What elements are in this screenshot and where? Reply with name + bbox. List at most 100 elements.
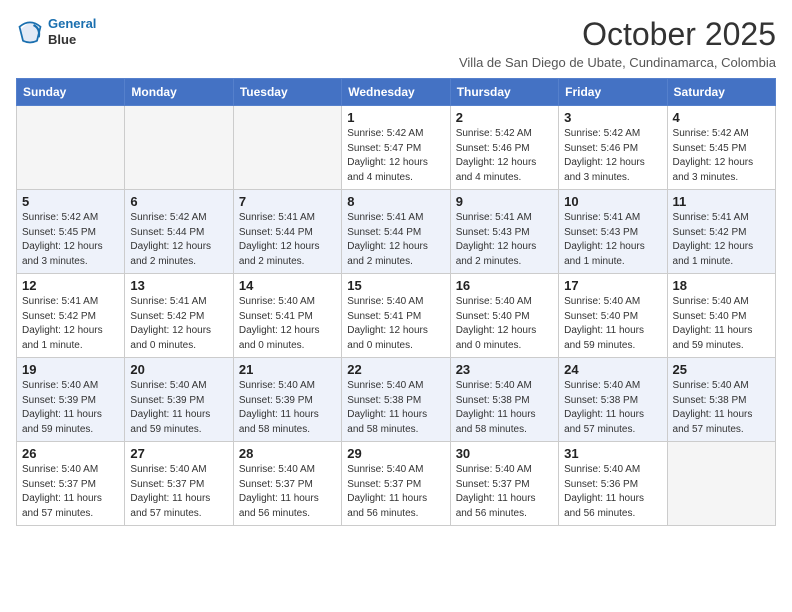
calendar-cell xyxy=(125,106,233,190)
cell-day-number: 28 xyxy=(239,446,336,461)
cell-day-number: 31 xyxy=(564,446,661,461)
cell-info-text: Sunrise: 5:40 AM Sunset: 5:36 PM Dayligh… xyxy=(564,463,661,521)
cell-info-text: Sunrise: 5:42 AM Sunset: 5:46 PM Dayligh… xyxy=(564,127,661,185)
page-header: General Blue October 2025 Villa de San D… xyxy=(16,16,776,70)
calendar-cell: 3 Sunrise: 5:42 AM Sunset: 5:46 PM Daylig… xyxy=(559,106,667,190)
calendar-cell: 5Sunrise: 5:42 AM Sunset: 5:45 PM Daylig… xyxy=(17,190,125,274)
cell-info-text: Sunrise: 5:42 AM Sunset: 5:46 PM Dayligh… xyxy=(456,127,553,185)
cell-day-number: 27 xyxy=(130,446,227,461)
cell-day-number: 8 xyxy=(347,194,444,209)
cell-day-number: 1 xyxy=(347,110,444,125)
calendar-cell: 24Sunrise: 5:40 AM Sunset: 5:38 PM Dayli… xyxy=(559,358,667,442)
cell-info-text: Sunrise: 5:40 AM Sunset: 5:37 PM Dayligh… xyxy=(130,463,227,521)
calendar-cell: 20 Sunrise: 5:40 AM Sunset: 5:39 PM Dayli… xyxy=(125,358,233,442)
cell-info-text: Sunrise: 5:40 AM Sunset: 5:37 PM Dayligh… xyxy=(22,463,119,521)
cell-day-number: 13 xyxy=(130,278,227,293)
cell-day-number: 29 xyxy=(347,446,444,461)
calendar-week-row: 12 Sunrise: 5:41 AM Sunset: 5:42 PM Dayli… xyxy=(17,274,776,358)
calendar-cell: 6 Sunrise: 5:42 AM Sunset: 5:44 PM Daylig… xyxy=(125,190,233,274)
calendar-cell: 26 Sunrise: 5:40 AM Sunset: 5:37 PM Dayli… xyxy=(17,442,125,526)
column-header-saturday: Saturday xyxy=(667,79,775,106)
column-header-wednesday: Wednesday xyxy=(342,79,450,106)
cell-info-text: Sunrise: 5:40 AM Sunset: 5:39 PM Dayligh… xyxy=(239,379,336,437)
cell-info-text: Sunrise: 5:40 AM Sunset: 5:39 PM Dayligh… xyxy=(22,379,119,437)
calendar-cell xyxy=(667,442,775,526)
calendar-cell: 31 Sunrise: 5:40 AM Sunset: 5:36 PM Dayli… xyxy=(559,442,667,526)
cell-day-number: 22 xyxy=(347,362,444,377)
cell-day-number: 17 xyxy=(564,278,661,293)
calendar-week-row: 26 Sunrise: 5:40 AM Sunset: 5:37 PM Dayli… xyxy=(17,442,776,526)
cell-info-text: Sunrise: 5:41 AM Sunset: 5:42 PM Dayligh… xyxy=(22,295,119,353)
column-header-thursday: Thursday xyxy=(450,79,558,106)
cell-day-number: 7 xyxy=(239,194,336,209)
calendar-cell: 9 Sunrise: 5:41 AM Sunset: 5:43 PM Daylig… xyxy=(450,190,558,274)
calendar-cell: 12 Sunrise: 5:41 AM Sunset: 5:42 PM Dayli… xyxy=(17,274,125,358)
calendar-cell: 16 Sunrise: 5:40 AM Sunset: 5:40 PM Dayli… xyxy=(450,274,558,358)
cell-day-number: 18 xyxy=(673,278,770,293)
cell-day-number: 16 xyxy=(456,278,553,293)
column-header-sunday: Sunday xyxy=(17,79,125,106)
calendar-cell: 17 Sunrise: 5:40 AM Sunset: 5:40 PM Dayli… xyxy=(559,274,667,358)
calendar-cell: 10 Sunrise: 5:41 AM Sunset: 5:43 PM Dayli… xyxy=(559,190,667,274)
cell-day-number: 14 xyxy=(239,278,336,293)
cell-info-text: Sunrise: 5:40 AM Sunset: 5:39 PM Dayligh… xyxy=(130,379,227,437)
cell-info-text: Sunrise: 5:41 AM Sunset: 5:42 PM Dayligh… xyxy=(673,211,770,269)
cell-info-text: Sunrise: 5:40 AM Sunset: 5:40 PM Dayligh… xyxy=(456,295,553,353)
calendar-cell xyxy=(17,106,125,190)
cell-day-number: 12 xyxy=(22,278,119,293)
cell-info-text: Sunrise: 5:42 AM Sunset: 5:47 PM Dayligh… xyxy=(347,127,444,185)
cell-info-text: Sunrise: 5:40 AM Sunset: 5:41 PM Dayligh… xyxy=(239,295,336,353)
calendar-cell: 30 Sunrise: 5:40 AM Sunset: 5:37 PM Dayli… xyxy=(450,442,558,526)
calendar-cell: 19Sunrise: 5:40 AM Sunset: 5:39 PM Dayli… xyxy=(17,358,125,442)
cell-day-number: 15 xyxy=(347,278,444,293)
calendar-cell: 11 Sunrise: 5:41 AM Sunset: 5:42 PM Dayli… xyxy=(667,190,775,274)
calendar-header-row: SundayMondayTuesdayWednesdayThursdayFrid… xyxy=(17,79,776,106)
cell-info-text: Sunrise: 5:40 AM Sunset: 5:37 PM Dayligh… xyxy=(239,463,336,521)
column-header-monday: Monday xyxy=(125,79,233,106)
cell-info-text: Sunrise: 5:42 AM Sunset: 5:44 PM Dayligh… xyxy=(130,211,227,269)
title-block: October 2025 Villa de San Diego de Ubate… xyxy=(459,16,776,70)
subtitle: Villa de San Diego de Ubate, Cundinamarc… xyxy=(459,55,776,70)
cell-day-number: 10 xyxy=(564,194,661,209)
calendar-cell: 23 Sunrise: 5:40 AM Sunset: 5:38 PM Dayli… xyxy=(450,358,558,442)
logo-icon xyxy=(16,18,44,46)
month-title: October 2025 xyxy=(459,16,776,53)
calendar-cell: 29 Sunrise: 5:40 AM Sunset: 5:37 PM Dayli… xyxy=(342,442,450,526)
calendar-table: SundayMondayTuesdayWednesdayThursdayFrid… xyxy=(16,78,776,526)
cell-day-number: 24 xyxy=(564,362,661,377)
calendar-cell: 1 Sunrise: 5:42 AM Sunset: 5:47 PM Daylig… xyxy=(342,106,450,190)
cell-info-text: Sunrise: 5:40 AM Sunset: 5:38 PM Dayligh… xyxy=(456,379,553,437)
calendar-cell: 8 Sunrise: 5:41 AM Sunset: 5:44 PM Daylig… xyxy=(342,190,450,274)
calendar-cell: 18 Sunrise: 5:40 AM Sunset: 5:40 PM Dayli… xyxy=(667,274,775,358)
cell-day-number: 4 xyxy=(673,110,770,125)
cell-info-text: Sunrise: 5:40 AM Sunset: 5:37 PM Dayligh… xyxy=(456,463,553,521)
calendar-cell xyxy=(233,106,341,190)
cell-info-text: Sunrise: 5:41 AM Sunset: 5:43 PM Dayligh… xyxy=(564,211,661,269)
calendar-cell: 13Sunrise: 5:41 AM Sunset: 5:42 PM Dayli… xyxy=(125,274,233,358)
calendar-week-row: 5Sunrise: 5:42 AM Sunset: 5:45 PM Daylig… xyxy=(17,190,776,274)
cell-day-number: 6 xyxy=(130,194,227,209)
logo-text: General Blue xyxy=(48,16,96,47)
cell-day-number: 11 xyxy=(673,194,770,209)
calendar-cell: 15 Sunrise: 5:40 AM Sunset: 5:41 PM Dayli… xyxy=(342,274,450,358)
cell-day-number: 9 xyxy=(456,194,553,209)
cell-info-text: Sunrise: 5:40 AM Sunset: 5:41 PM Dayligh… xyxy=(347,295,444,353)
calendar-cell: 28 Sunrise: 5:40 AM Sunset: 5:37 PM Dayli… xyxy=(233,442,341,526)
cell-day-number: 26 xyxy=(22,446,119,461)
cell-info-text: Sunrise: 5:40 AM Sunset: 5:37 PM Dayligh… xyxy=(347,463,444,521)
cell-day-number: 20 xyxy=(130,362,227,377)
cell-day-number: 30 xyxy=(456,446,553,461)
cell-info-text: Sunrise: 5:41 AM Sunset: 5:44 PM Dayligh… xyxy=(347,211,444,269)
calendar-week-row: 1 Sunrise: 5:42 AM Sunset: 5:47 PM Daylig… xyxy=(17,106,776,190)
cell-day-number: 3 xyxy=(564,110,661,125)
calendar-cell: 25Sunrise: 5:40 AM Sunset: 5:38 PM Dayli… xyxy=(667,358,775,442)
logo: General Blue xyxy=(16,16,96,47)
calendar-cell: 4Sunrise: 5:42 AM Sunset: 5:45 PM Daylig… xyxy=(667,106,775,190)
cell-day-number: 2 xyxy=(456,110,553,125)
cell-day-number: 23 xyxy=(456,362,553,377)
cell-info-text: Sunrise: 5:40 AM Sunset: 5:40 PM Dayligh… xyxy=(673,295,770,353)
cell-info-text: Sunrise: 5:41 AM Sunset: 5:43 PM Dayligh… xyxy=(456,211,553,269)
calendar-cell: 22Sunrise: 5:40 AM Sunset: 5:38 PM Dayli… xyxy=(342,358,450,442)
cell-day-number: 25 xyxy=(673,362,770,377)
cell-info-text: Sunrise: 5:40 AM Sunset: 5:40 PM Dayligh… xyxy=(564,295,661,353)
